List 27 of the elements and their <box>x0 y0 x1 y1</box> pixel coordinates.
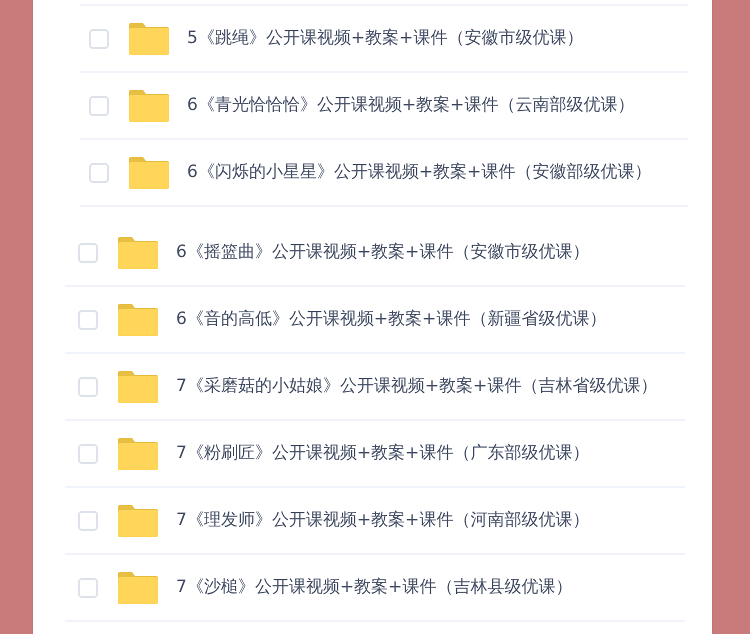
folder-name[interactable]: 6《音的高低》公开课视频+教案+课件（新疆省级优课） <box>176 306 606 332</box>
folder-name[interactable]: 7《采磨菇的小姑娘》公开课视频+教案+课件（吉林省级优课） <box>176 374 658 400</box>
folder-icon <box>129 90 169 122</box>
folder-icon <box>118 504 158 536</box>
folder-name[interactable]: 5《跳绳》公开课视频+教案+课件（安徽市级优课） <box>187 26 584 52</box>
checkbox[interactable] <box>78 444 98 464</box>
folder-icon <box>118 236 158 268</box>
folder-name[interactable]: 7《理发师》公开课视频+教案+课件（河南部级优课） <box>176 508 590 534</box>
folder-icon <box>118 438 158 470</box>
folder-icon <box>129 156 169 188</box>
checkbox[interactable] <box>78 310 98 330</box>
checkbox[interactable] <box>89 28 109 48</box>
folder-name[interactable]: 7《沙槌》公开课视频+教案+课件（吉林县级优课） <box>176 574 572 600</box>
folder-name[interactable]: 6《青光恰恰恰》公开课视频+教案+课件（云南部级优课） <box>187 92 634 118</box>
checkbox[interactable] <box>89 162 109 182</box>
checkbox[interactable] <box>78 510 98 530</box>
checkbox[interactable] <box>89 96 109 116</box>
checkbox[interactable] <box>78 242 98 262</box>
checkbox[interactable] <box>78 376 98 396</box>
folder-icon <box>129 22 169 54</box>
folder-name[interactable]: 6《闪烁的小星星》公开课视频+教案+课件（安徽部级优课） <box>187 160 652 186</box>
folder-name[interactable]: 7《粉刷匠》公开课视频+教案+课件（广东部级优课） <box>176 440 590 466</box>
folder-icon <box>118 572 158 604</box>
folder-name[interactable]: 6《摇篮曲》公开课视频+教案+课件（安徽市级优课） <box>176 240 590 266</box>
folder-icon <box>118 304 158 336</box>
checkbox[interactable] <box>78 578 98 598</box>
folder-icon <box>118 370 158 402</box>
